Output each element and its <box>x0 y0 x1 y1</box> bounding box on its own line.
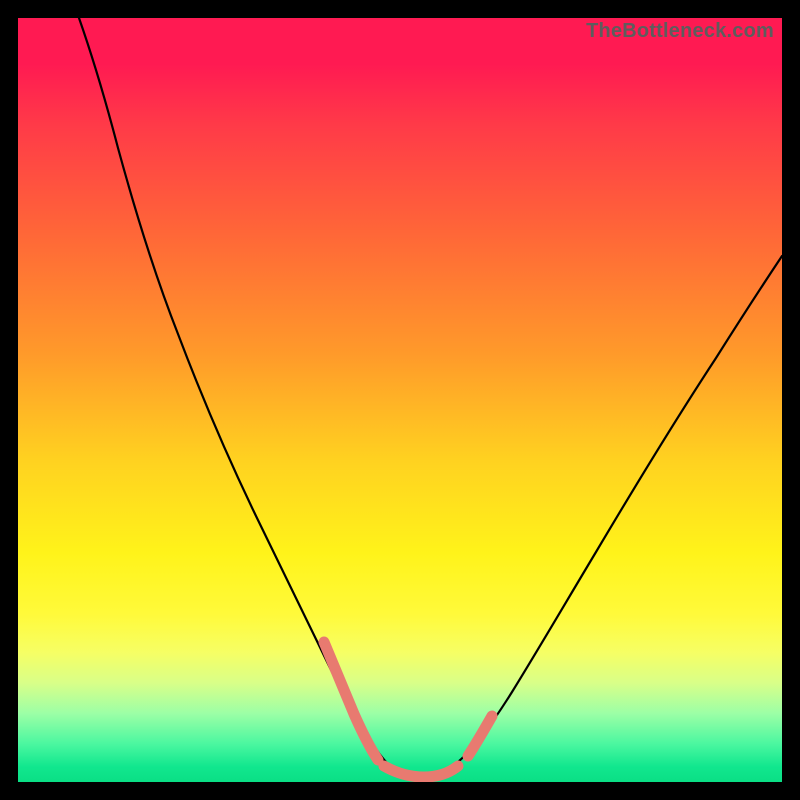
curve-path <box>79 18 782 776</box>
chart-frame: TheBottleneck.com <box>0 0 800 800</box>
bottleneck-curve <box>18 18 782 782</box>
plot-area: TheBottleneck.com <box>18 18 782 782</box>
highlight-left <box>324 642 378 760</box>
highlight-trough <box>384 766 458 777</box>
highlight-right <box>468 716 492 756</box>
